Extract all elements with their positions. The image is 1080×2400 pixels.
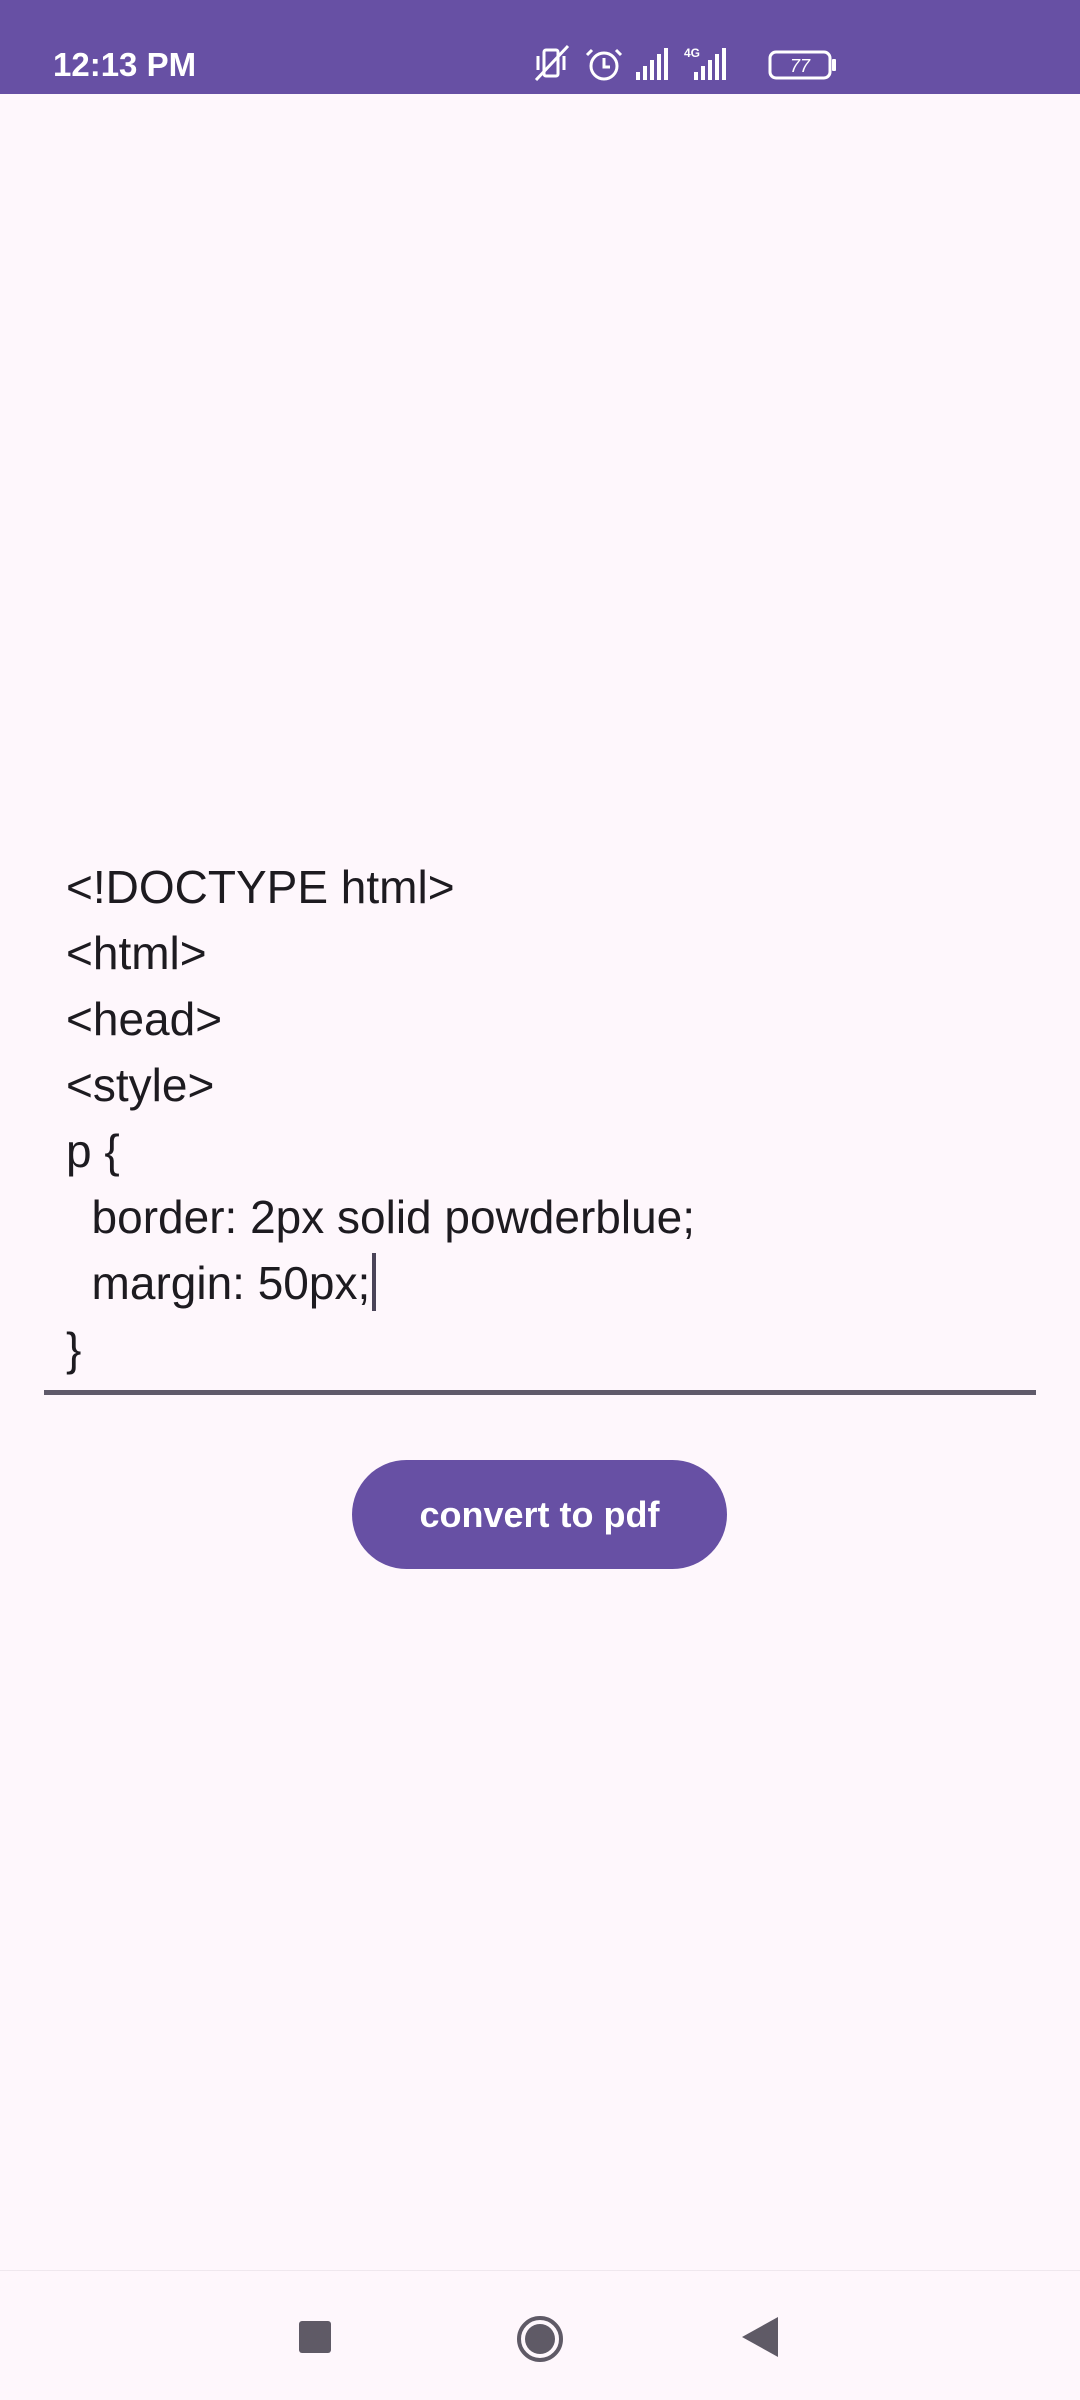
svg-text:4G: 4G [684,46,700,60]
navigation-bar [0,2270,1080,2400]
signal-4g-icon: 4G [684,46,726,80]
html-input-before-caret: <!DOCTYPE html> <html> <head> <style> p … [66,861,696,1309]
vibrate-off-icon [534,44,570,82]
html-input-field[interactable]: <!DOCTYPE html> <html> <head> <style> p … [44,850,1036,1396]
back-icon[interactable] [740,2315,780,2359]
home-icon[interactable] [516,2315,564,2363]
alarm-icon [585,48,623,81]
signal-icon [636,48,668,80]
html-input-after-caret: } [66,1323,82,1375]
status-icons: 4G 77 [534,44,836,82]
svg-text:77: 77 [790,56,811,76]
battery-icon: 77 [768,50,836,80]
text-caret [372,1253,377,1311]
recents-icon[interactable] [297,2319,333,2355]
input-underline [44,1390,1036,1395]
html-input-text[interactable]: <!DOCTYPE html> <html> <head> <style> p … [66,854,1026,1382]
status-bar: 12:13 PM 4G 77 [0,0,1080,94]
convert-to-pdf-button[interactable]: convert to pdf [352,1460,727,1569]
status-time: 12:13 PM [53,46,197,83]
